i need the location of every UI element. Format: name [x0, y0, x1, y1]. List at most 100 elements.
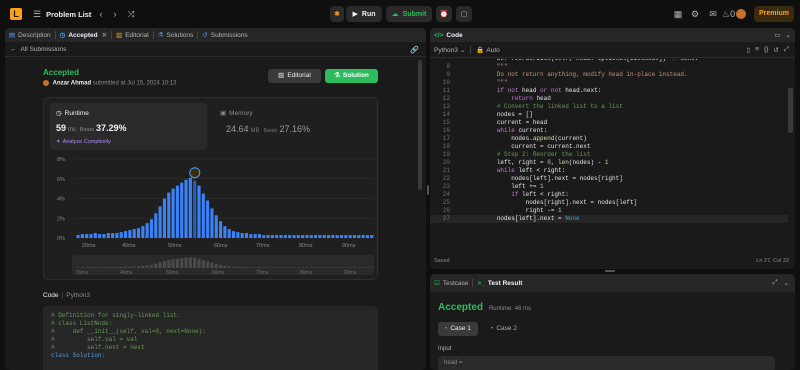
chart-bar[interactable] — [227, 229, 231, 238]
chart-bar[interactable] — [322, 235, 326, 238]
chart-bar[interactable] — [253, 234, 257, 238]
editor-scrollbar[interactable] — [788, 88, 793, 133]
submit-button[interactable]: ☁ Submit — [386, 6, 432, 22]
chart-bar[interactable] — [149, 219, 154, 238]
shuffle-icon[interactable]: ⤨ — [126, 9, 136, 19]
chart-bar[interactable] — [262, 235, 266, 238]
chart-bar[interactable] — [283, 235, 287, 238]
tab-accepted[interactable]: ◷ Accepted ✕ — [56, 28, 111, 42]
settings-icon[interactable]: ⚙ — [690, 9, 700, 19]
case-2-tab[interactable]: • Case 2 — [484, 322, 524, 336]
run-button[interactable]: ▶ Run — [346, 6, 382, 22]
minimize-icon[interactable]: ⌄ — [784, 279, 789, 287]
chart-bar[interactable] — [124, 231, 128, 238]
chart-bar[interactable] — [210, 208, 214, 238]
chart-bar[interactable] — [370, 235, 374, 238]
problem-list-icon[interactable]: ☰ — [32, 9, 42, 19]
prev-problem-icon[interactable]: ‹ — [96, 9, 106, 19]
close-icon[interactable]: ✕ — [102, 31, 107, 39]
chart-bar[interactable] — [219, 221, 223, 238]
chart-bar[interactable] — [197, 185, 201, 238]
case-1-tab[interactable]: • Case 1 — [438, 322, 478, 336]
format-icon[interactable]: ≡ — [755, 46, 759, 54]
chart-bar[interactable] — [102, 234, 106, 238]
chart-bar[interactable] — [301, 235, 305, 238]
minimize-icon[interactable]: ⌄ — [786, 31, 791, 39]
back-to-submissions[interactable]: ← All Submissions — [10, 46, 66, 53]
chart-bar[interactable] — [98, 234, 102, 238]
chart-bar[interactable] — [106, 233, 110, 238]
chart-bar[interactable] — [314, 235, 318, 238]
chart-bar[interactable] — [292, 235, 296, 238]
chart-bar[interactable] — [89, 234, 93, 238]
chart-bar[interactable] — [344, 235, 348, 238]
vertical-resize-handle[interactable] — [605, 270, 615, 272]
chart-bar[interactable] — [115, 233, 119, 238]
tab-testcase[interactable]: ☑ Testcase — [430, 274, 472, 292]
premium-button[interactable]: Premium — [754, 6, 794, 22]
chart-bar[interactable] — [361, 235, 365, 238]
chart-bar[interactable] — [162, 198, 166, 239]
chart-bar[interactable] — [365, 235, 369, 238]
runtime-distribution-chart[interactable]: 8% 6% 4% 2% 0% 20ms 40ms 50ms 60ms 70ms 80ms 90ms 30… — [44, 98, 379, 281]
chart-bar[interactable] — [141, 226, 145, 238]
chart-bar[interactable] — [171, 188, 175, 238]
timer-button[interactable]: ⏰ — [436, 6, 452, 22]
chart-bar[interactable] — [305, 235, 309, 238]
chart-bar[interactable] — [318, 235, 322, 238]
chart-bar[interactable] — [76, 235, 80, 238]
chart-bar[interactable] — [279, 235, 283, 238]
chart-bar[interactable] — [309, 235, 313, 238]
chart-bar[interactable] — [132, 229, 136, 238]
submitted-code-block[interactable]: # Definition for singly-linked list. # cl… — [43, 306, 378, 370]
maximize-icon[interactable]: ▭ — [774, 31, 780, 39]
chart-bar[interactable] — [158, 206, 162, 238]
chart-bar[interactable] — [128, 230, 132, 238]
problem-list-link[interactable]: Problem List — [46, 10, 91, 19]
chart-bar[interactable] — [85, 234, 89, 238]
chart-bar[interactable] — [266, 235, 270, 238]
chart-bar[interactable] — [136, 228, 141, 238]
chart-bar[interactable] — [214, 215, 218, 238]
tab-description[interactable]: ▤ Description — [5, 28, 55, 42]
chart-bar[interactable] — [339, 235, 344, 238]
chart-bar[interactable] — [352, 235, 357, 238]
leetcode-logo-icon[interactable]: L — [10, 8, 22, 20]
chart-bar[interactable] — [193, 180, 197, 238]
chart-bar[interactable] — [188, 177, 192, 238]
chart-bar[interactable] — [167, 192, 171, 238]
maximize-icon[interactable]: ⤢ — [772, 279, 777, 287]
tab-code[interactable]: </> Code — [430, 28, 467, 42]
chart-bar[interactable] — [231, 231, 236, 238]
scrollbar[interactable] — [418, 60, 422, 190]
tab-editorial[interactable]: ▥ Editorial — [112, 28, 153, 42]
chart-bar[interactable] — [326, 235, 331, 238]
chart-bar[interactable] — [93, 233, 97, 238]
braces-icon[interactable]: {} — [764, 46, 768, 54]
username[interactable]: Anzar Ahmad — [53, 81, 91, 87]
chart-bar[interactable] — [335, 235, 339, 238]
editorial-button[interactable]: ▥ Editorial — [268, 69, 321, 83]
chart-bar[interactable] — [175, 185, 179, 238]
chart-bar[interactable] — [206, 200, 210, 238]
streak-counter[interactable]: ♨0 — [722, 9, 736, 19]
auto-mode-toggle[interactable]: 🔒 Auto — [476, 46, 499, 54]
chart-bar[interactable] — [201, 193, 205, 238]
chart-bar[interactable] — [296, 235, 300, 238]
language-select[interactable]: Python3 ⌄ — [434, 46, 465, 54]
tab-solutions[interactable]: ⚗ Solutions — [154, 28, 198, 42]
chart-bar[interactable] — [145, 223, 149, 238]
chart-bar[interactable] — [111, 233, 115, 238]
chart-bar[interactable] — [275, 235, 279, 238]
chart-bar[interactable] — [244, 233, 249, 238]
notification-icon[interactable]: ✉ — [708, 9, 718, 19]
input-value-box[interactable]: head = — [438, 356, 775, 370]
chart-bar[interactable] — [184, 179, 188, 238]
chart-bar[interactable] — [249, 234, 253, 238]
notes-button[interactable]: ▢ — [456, 6, 472, 22]
bookmark-icon[interactable]: ▯ — [747, 46, 751, 54]
debug-button[interactable]: ✱ — [330, 6, 344, 22]
chart-bar[interactable] — [357, 235, 361, 238]
chart-bar[interactable] — [331, 235, 335, 238]
reset-icon[interactable]: ↺ — [773, 46, 778, 54]
